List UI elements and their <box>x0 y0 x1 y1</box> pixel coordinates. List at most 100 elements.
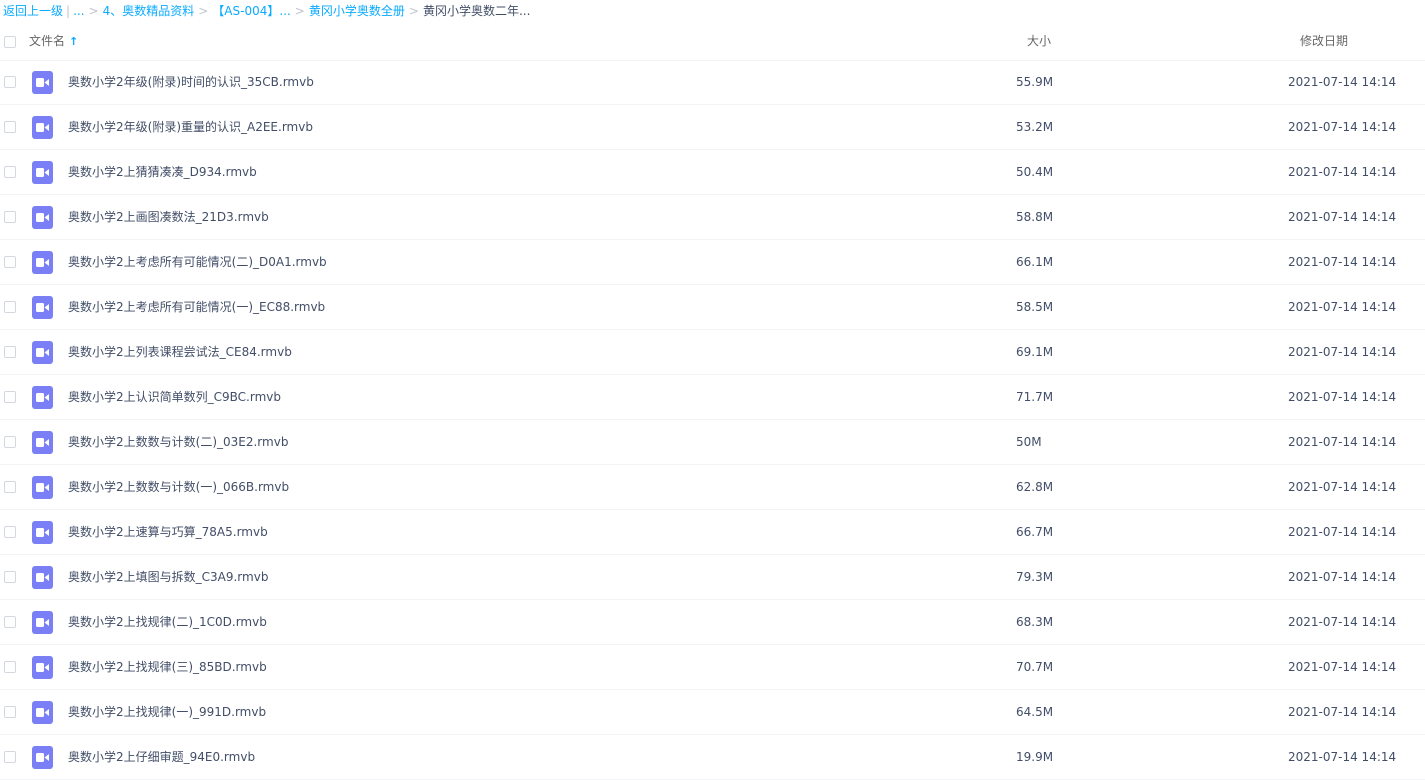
breadcrumb-item-2[interactable]: 【AS-004】... <box>212 4 291 18</box>
row-checkbox[interactable] <box>4 571 16 583</box>
file-date: 2021-07-14 14:14 <box>1288 300 1397 314</box>
back-link[interactable]: 返回上一级 <box>3 4 63 18</box>
file-list: 奥数小学2年级(附录)时间的认识_35CB.rmvb 55.9M 2021-07-1… <box>0 60 1425 780</box>
video-file-icon <box>32 341 53 364</box>
column-header-name[interactable]: 文件名 ↑ <box>29 25 78 58</box>
file-row[interactable]: 奥数小学2上找规律(二)_1C0D.rmvb 68.3M 2021-07-14 14… <box>0 600 1425 645</box>
breadcrumb-item-1[interactable]: 4、奥数精品资料 <box>103 4 195 18</box>
file-name[interactable]: 奥数小学2上仔细审题_94E0.rmvb <box>68 735 255 779</box>
file-row[interactable]: 奥数小学2上速算与巧算_78A5.rmvb 66.7M 2021-07-14 14:… <box>0 510 1425 555</box>
file-size: 71.7M <box>1016 390 1054 404</box>
file-row[interactable]: 奥数小学2上认识简单数列_C9BC.rmvb 71.7M 2021-07-14 14… <box>0 375 1425 420</box>
file-row[interactable]: 奥数小学2上考虑所有可能情况(二)_D0A1.rmvb 66.1M 2021-07-… <box>0 240 1425 285</box>
video-file-icon <box>32 656 53 679</box>
file-row[interactable]: 奥数小学2上列表课程尝试法_CE84.rmvb 69.1M 2021-07-14 1… <box>0 330 1425 375</box>
file-name[interactable]: 奥数小学2上数数与计数(一)_066B.rmvb <box>68 465 289 509</box>
file-row[interactable]: 奥数小学2上数数与计数(一)_066B.rmvb 62.8M 2021-07-14 … <box>0 465 1425 510</box>
row-checkbox[interactable] <box>4 706 16 718</box>
file-name[interactable]: 奥数小学2上考虑所有可能情况(二)_D0A1.rmvb <box>68 240 327 284</box>
file-size: 53.2M <box>1016 120 1054 134</box>
row-checkbox[interactable] <box>4 661 16 673</box>
file-name[interactable]: 奥数小学2上列表课程尝试法_CE84.rmvb <box>68 330 292 374</box>
video-file-icon <box>32 386 53 409</box>
file-size: 50.4M <box>1016 165 1054 179</box>
column-header-size[interactable]: 大小 <box>1027 25 1051 58</box>
file-name[interactable]: 奥数小学2上猜猜凑凑_D934.rmvb <box>68 150 257 194</box>
row-checkbox[interactable] <box>4 211 16 223</box>
file-name[interactable]: 奥数小学2年级(附录)时间的认识_35CB.rmvb <box>68 60 314 104</box>
file-row[interactable]: 奥数小学2上猜猜凑凑_D934.rmvb 50.4M 2021-07-14 14:1… <box>0 150 1425 195</box>
file-name[interactable]: 奥数小学2上找规律(一)_991D.rmvb <box>68 690 266 734</box>
breadcrumb-pipe: | <box>66 4 71 18</box>
video-file-icon <box>32 566 53 589</box>
file-size: 62.8M <box>1016 480 1054 494</box>
file-date: 2021-07-14 14:14 <box>1288 165 1397 179</box>
row-checkbox[interactable] <box>4 391 16 403</box>
video-file-icon <box>32 746 53 769</box>
file-size: 64.5M <box>1016 705 1054 719</box>
breadcrumb-item-3[interactable]: 黄冈小学奥数全册 <box>309 4 405 18</box>
file-name[interactable]: 奥数小学2上考虑所有可能情况(一)_EC88.rmvb <box>68 285 325 329</box>
file-date: 2021-07-14 14:14 <box>1288 435 1397 449</box>
file-date: 2021-07-14 14:14 <box>1288 390 1397 404</box>
file-row[interactable]: 奥数小学2上找规律(一)_991D.rmvb 64.5M 2021-07-14 14… <box>0 690 1425 735</box>
row-checkbox[interactable] <box>4 301 16 313</box>
video-file-icon <box>32 521 53 544</box>
file-name[interactable]: 奥数小学2上数数与计数(二)_03E2.rmvb <box>68 420 288 464</box>
row-checkbox[interactable] <box>4 121 16 133</box>
file-size: 70.7M <box>1016 660 1054 674</box>
video-file-icon <box>32 116 53 139</box>
file-date: 2021-07-14 14:14 <box>1288 570 1397 584</box>
file-size: 79.3M <box>1016 570 1054 584</box>
column-header-date[interactable]: 修改日期 <box>1300 25 1348 58</box>
video-file-icon <box>32 71 53 94</box>
file-size: 19.9M <box>1016 750 1054 764</box>
file-row[interactable]: 奥数小学2上画图凑数法_21D3.rmvb 58.8M 2021-07-14 14:… <box>0 195 1425 240</box>
row-checkbox[interactable] <box>4 346 16 358</box>
file-size: 66.7M <box>1016 525 1054 539</box>
row-checkbox[interactable] <box>4 526 16 538</box>
video-file-icon <box>32 431 53 454</box>
file-date: 2021-07-14 14:14 <box>1288 660 1397 674</box>
file-row[interactable]: 奥数小学2上仔细审题_94E0.rmvb 19.9M 2021-07-14 14:1… <box>0 735 1425 780</box>
file-date: 2021-07-14 14:14 <box>1288 525 1397 539</box>
file-date: 2021-07-14 14:14 <box>1288 480 1397 494</box>
video-file-icon <box>32 611 53 634</box>
file-date: 2021-07-14 14:14 <box>1288 210 1397 224</box>
file-name[interactable]: 奥数小学2上认识简单数列_C9BC.rmvb <box>68 375 281 419</box>
file-date: 2021-07-14 14:14 <box>1288 120 1397 134</box>
breadcrumb-separator: > <box>88 4 99 18</box>
file-date: 2021-07-14 14:14 <box>1288 615 1397 629</box>
select-all-checkbox[interactable] <box>4 36 16 48</box>
breadcrumb-ellipsis[interactable]: ... <box>73 4 84 18</box>
row-checkbox[interactable] <box>4 751 16 763</box>
video-file-icon <box>32 701 53 724</box>
file-row[interactable]: 奥数小学2年级(附录)重量的认识_A2EE.rmvb 53.2M 2021-07-1… <box>0 105 1425 150</box>
file-size: 58.8M <box>1016 210 1054 224</box>
file-size: 69.1M <box>1016 345 1054 359</box>
row-checkbox[interactable] <box>4 256 16 268</box>
file-name[interactable]: 奥数小学2上速算与巧算_78A5.rmvb <box>68 510 268 554</box>
file-row[interactable]: 奥数小学2上数数与计数(二)_03E2.rmvb 50M 2021-07-14 14… <box>0 420 1425 465</box>
file-name[interactable]: 奥数小学2上找规律(二)_1C0D.rmvb <box>68 600 267 644</box>
breadcrumb-separator: > <box>408 4 419 18</box>
video-file-icon <box>32 206 53 229</box>
row-checkbox[interactable] <box>4 76 16 88</box>
file-row[interactable]: 奥数小学2上考虑所有可能情况(一)_EC88.rmvb 58.5M 2021-07-… <box>0 285 1425 330</box>
row-checkbox[interactable] <box>4 436 16 448</box>
file-name[interactable]: 奥数小学2上填图与拆数_C3A9.rmvb <box>68 555 268 599</box>
file-row[interactable]: 奥数小学2上填图与拆数_C3A9.rmvb 79.3M 2021-07-14 14:… <box>0 555 1425 600</box>
row-checkbox[interactable] <box>4 481 16 493</box>
file-size: 68.3M <box>1016 615 1054 629</box>
row-checkbox[interactable] <box>4 616 16 628</box>
file-size: 58.5M <box>1016 300 1054 314</box>
file-row[interactable]: 奥数小学2上找规律(三)_85BD.rmvb 70.7M 2021-07-14 14… <box>0 645 1425 690</box>
file-list-header: 文件名 ↑ 大小 修改日期 <box>0 25 1425 61</box>
file-name[interactable]: 奥数小学2上画图凑数法_21D3.rmvb <box>68 195 269 239</box>
file-size: 66.1M <box>1016 255 1054 269</box>
row-checkbox[interactable] <box>4 166 16 178</box>
file-name[interactable]: 奥数小学2上找规律(三)_85BD.rmvb <box>68 645 267 689</box>
file-name[interactable]: 奥数小学2年级(附录)重量的认识_A2EE.rmvb <box>68 105 313 149</box>
sort-ascending-icon[interactable]: ↑ <box>69 25 78 58</box>
file-row[interactable]: 奥数小学2年级(附录)时间的认识_35CB.rmvb 55.9M 2021-07-1… <box>0 60 1425 105</box>
